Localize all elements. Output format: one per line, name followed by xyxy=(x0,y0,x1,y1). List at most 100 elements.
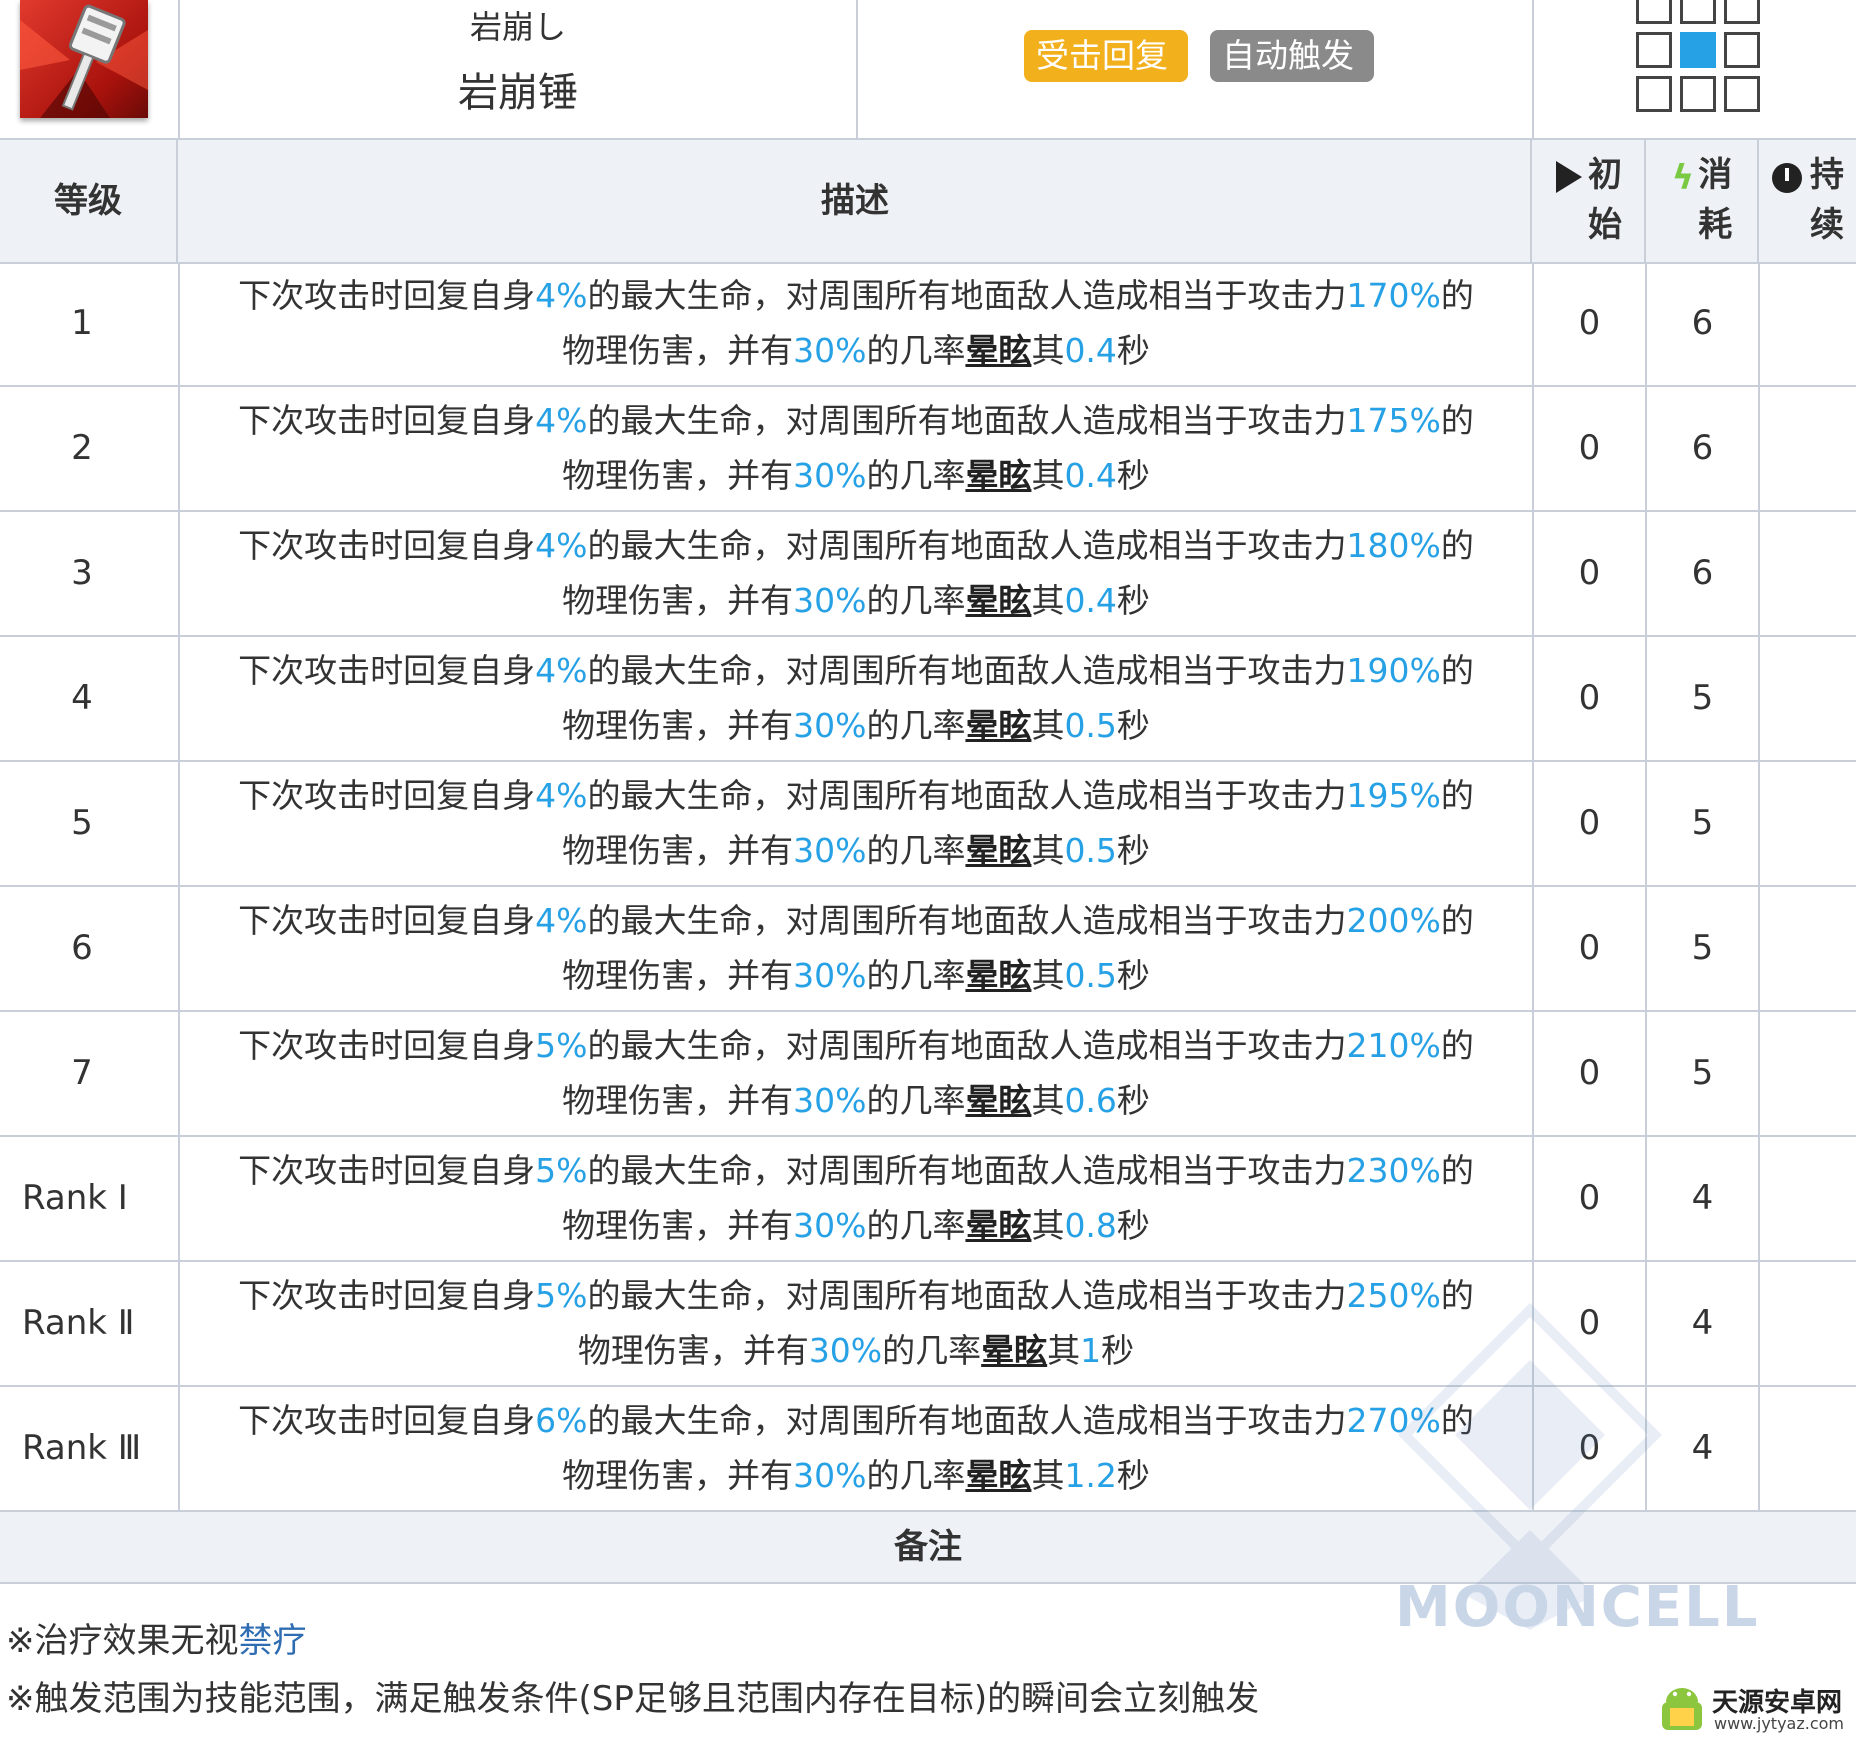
stun-keyword[interactable]: 晕眩 xyxy=(965,581,1031,620)
stun-duration-value: 0.4 xyxy=(1064,581,1117,620)
row-level: Rank Ⅱ xyxy=(0,1262,180,1385)
heal-value: 6% xyxy=(535,1401,588,1440)
atk-value: 175% xyxy=(1346,401,1441,440)
row-duration xyxy=(1760,1387,1856,1510)
clock-icon xyxy=(1772,163,1802,193)
row-duration xyxy=(1760,1012,1856,1135)
row-description: 下次攻击时回复自身4%的最大生命，对周围所有地面敌人造成相当于攻击力170%的物… xyxy=(180,262,1534,385)
skill-name-japanese: 岩崩し xyxy=(469,8,566,46)
row-duration xyxy=(1760,762,1856,885)
row-duration xyxy=(1760,512,1856,635)
range-tile xyxy=(1636,76,1672,112)
stun-keyword[interactable]: 晕眩 xyxy=(965,1081,1031,1120)
skill-tags-cell: 受击回复 自动触发 xyxy=(858,0,1534,138)
stun-keyword[interactable]: 晕眩 xyxy=(965,831,1031,870)
row-sp-cost: 5 xyxy=(1647,637,1760,760)
chance-value: 30% xyxy=(793,456,867,495)
tag-recovery-type: 受击回复 xyxy=(1024,30,1188,82)
row-initial-sp: 0 xyxy=(1534,637,1647,760)
stun-keyword[interactable]: 晕眩 xyxy=(965,1206,1031,1245)
chance-value: 30% xyxy=(793,1456,867,1495)
heal-value: 4% xyxy=(535,526,588,565)
atk-value: 180% xyxy=(1346,526,1441,565)
android-logo-icon xyxy=(1662,1688,1702,1730)
chance-value: 30% xyxy=(793,706,867,745)
heal-value: 5% xyxy=(535,1026,588,1065)
chance-value: 30% xyxy=(793,331,867,370)
row-description: 下次攻击时回复自身4%的最大生命，对周围所有地面敌人造成相当于攻击力180%的物… xyxy=(180,512,1534,635)
atk-value: 195% xyxy=(1346,776,1441,815)
atk-value: 170% xyxy=(1346,276,1441,315)
row-level: 3 xyxy=(0,512,180,635)
row-description: 下次攻击时回复自身5%的最大生命，对周围所有地面敌人造成相当于攻击力250%的物… xyxy=(180,1262,1534,1385)
row-initial-sp: 0 xyxy=(1534,387,1647,510)
row-initial-sp: 0 xyxy=(1534,1387,1647,1510)
skill-name-cell: 岩崩し 岩崩锤 xyxy=(180,0,858,138)
stun-duration-value: 0.5 xyxy=(1064,956,1117,995)
table-row: 4 下次攻击时回复自身4%的最大生命，对周围所有地面敌人造成相当于攻击力190%的… xyxy=(0,637,1856,762)
row-duration xyxy=(1760,637,1856,760)
header-level: 等级 xyxy=(0,140,178,262)
stun-keyword[interactable]: 晕眩 xyxy=(965,956,1031,995)
row-sp-cost: 5 xyxy=(1647,1012,1760,1135)
heal-block-link[interactable]: 禁疗 xyxy=(239,1621,307,1661)
atk-value: 200% xyxy=(1346,901,1441,940)
site-url: www.jytyaz.com xyxy=(1714,1714,1844,1733)
row-description: 下次攻击时回复自身4%的最大生命，对周围所有地面敌人造成相当于攻击力200%的物… xyxy=(180,887,1534,1010)
chance-value: 30% xyxy=(793,581,867,620)
header-description: 描述 xyxy=(180,140,1532,262)
range-tile xyxy=(1680,76,1716,112)
table-row: 7 下次攻击时回复自身5%的最大生命，对周围所有地面敌人造成相当于攻击力210%的… xyxy=(0,1012,1856,1137)
row-duration xyxy=(1760,387,1856,510)
range-tile xyxy=(1724,0,1760,24)
table-row: 1 下次攻击时回复自身4%的最大生命，对周围所有地面敌人造成相当于攻击力170%的… xyxy=(0,262,1856,387)
stun-duration-value: 0.8 xyxy=(1064,1206,1117,1245)
header-duration: 持续 xyxy=(1760,140,1856,262)
chance-value: 30% xyxy=(793,1081,867,1120)
stun-keyword[interactable]: 晕眩 xyxy=(965,706,1031,745)
row-initial-sp: 0 xyxy=(1534,262,1647,385)
skill-name: 岩崩锤 xyxy=(458,70,578,116)
table-row: Rank Ⅱ 下次攻击时回复自身5%的最大生命，对周围所有地面敌人造成相当于攻击力… xyxy=(0,1262,1856,1387)
row-duration xyxy=(1760,1137,1856,1260)
heal-value: 4% xyxy=(535,901,588,940)
stun-keyword[interactable]: 晕眩 xyxy=(965,331,1031,370)
skill-info-row: 岩崩し 岩崩锤 受击回复 自动触发 xyxy=(0,0,1856,140)
row-initial-sp: 0 xyxy=(1534,1262,1647,1385)
range-tile xyxy=(1680,0,1716,24)
skill-range-cell xyxy=(1534,0,1856,138)
range-tile xyxy=(1724,76,1760,112)
stun-duration-value: 0.4 xyxy=(1064,456,1117,495)
notes-header: 备注 xyxy=(0,1512,1856,1584)
skill-icon-cell xyxy=(0,0,180,138)
row-sp-cost: 6 xyxy=(1647,387,1760,510)
row-initial-sp: 0 xyxy=(1534,512,1647,635)
row-initial-sp: 0 xyxy=(1534,762,1647,885)
table-row: 3 下次攻击时回复自身4%的最大生命，对周围所有地面敌人造成相当于攻击力180%的… xyxy=(0,512,1856,637)
row-level: 1 xyxy=(0,262,180,385)
row-description: 下次攻击时回复自身5%的最大生命，对周围所有地面敌人造成相当于攻击力230%的物… xyxy=(180,1137,1534,1260)
row-sp-cost: 6 xyxy=(1647,262,1760,385)
stun-duration-value: 0.5 xyxy=(1064,831,1117,870)
row-duration xyxy=(1760,887,1856,1010)
stun-keyword[interactable]: 晕眩 xyxy=(965,1456,1031,1495)
row-sp-cost: 5 xyxy=(1647,887,1760,1010)
heal-value: 4% xyxy=(535,401,588,440)
header-initial: 初始 xyxy=(1534,140,1646,262)
stun-duration-value: 0.6 xyxy=(1064,1081,1117,1120)
stun-keyword[interactable]: 晕眩 xyxy=(965,456,1031,495)
stun-duration-value: 1.2 xyxy=(1064,1456,1117,1495)
range-tile xyxy=(1636,0,1672,24)
chance-value: 30% xyxy=(793,831,867,870)
table-row: Rank Ⅲ 下次攻击时回复自身6%的最大生命，对周围所有地面敌人造成相当于攻击力… xyxy=(0,1387,1856,1512)
note-item: ※治疗效果无视禁疗 xyxy=(6,1621,307,1661)
row-description: 下次攻击时回复自身4%的最大生命，对周围所有地面敌人造成相当于攻击力175%的物… xyxy=(180,387,1534,510)
notes-list: ※治疗效果无视禁疗 ※触发范围为技能范围，满足触发条件(SP足够且范围内存在目标… xyxy=(6,1612,1259,1728)
hammer-icon xyxy=(20,0,148,118)
skill-level-table: 1 下次攻击时回复自身4%的最大生命，对周围所有地面敌人造成相当于攻击力170%的… xyxy=(0,262,1856,1512)
row-level: Rank Ⅲ xyxy=(0,1387,180,1510)
row-level: Rank Ⅰ xyxy=(0,1137,180,1260)
site-badge[interactable]: 天源安卓网 www.jytyaz.com xyxy=(1656,1682,1846,1736)
play-icon xyxy=(1556,161,1582,193)
stun-keyword[interactable]: 晕眩 xyxy=(981,1331,1047,1370)
